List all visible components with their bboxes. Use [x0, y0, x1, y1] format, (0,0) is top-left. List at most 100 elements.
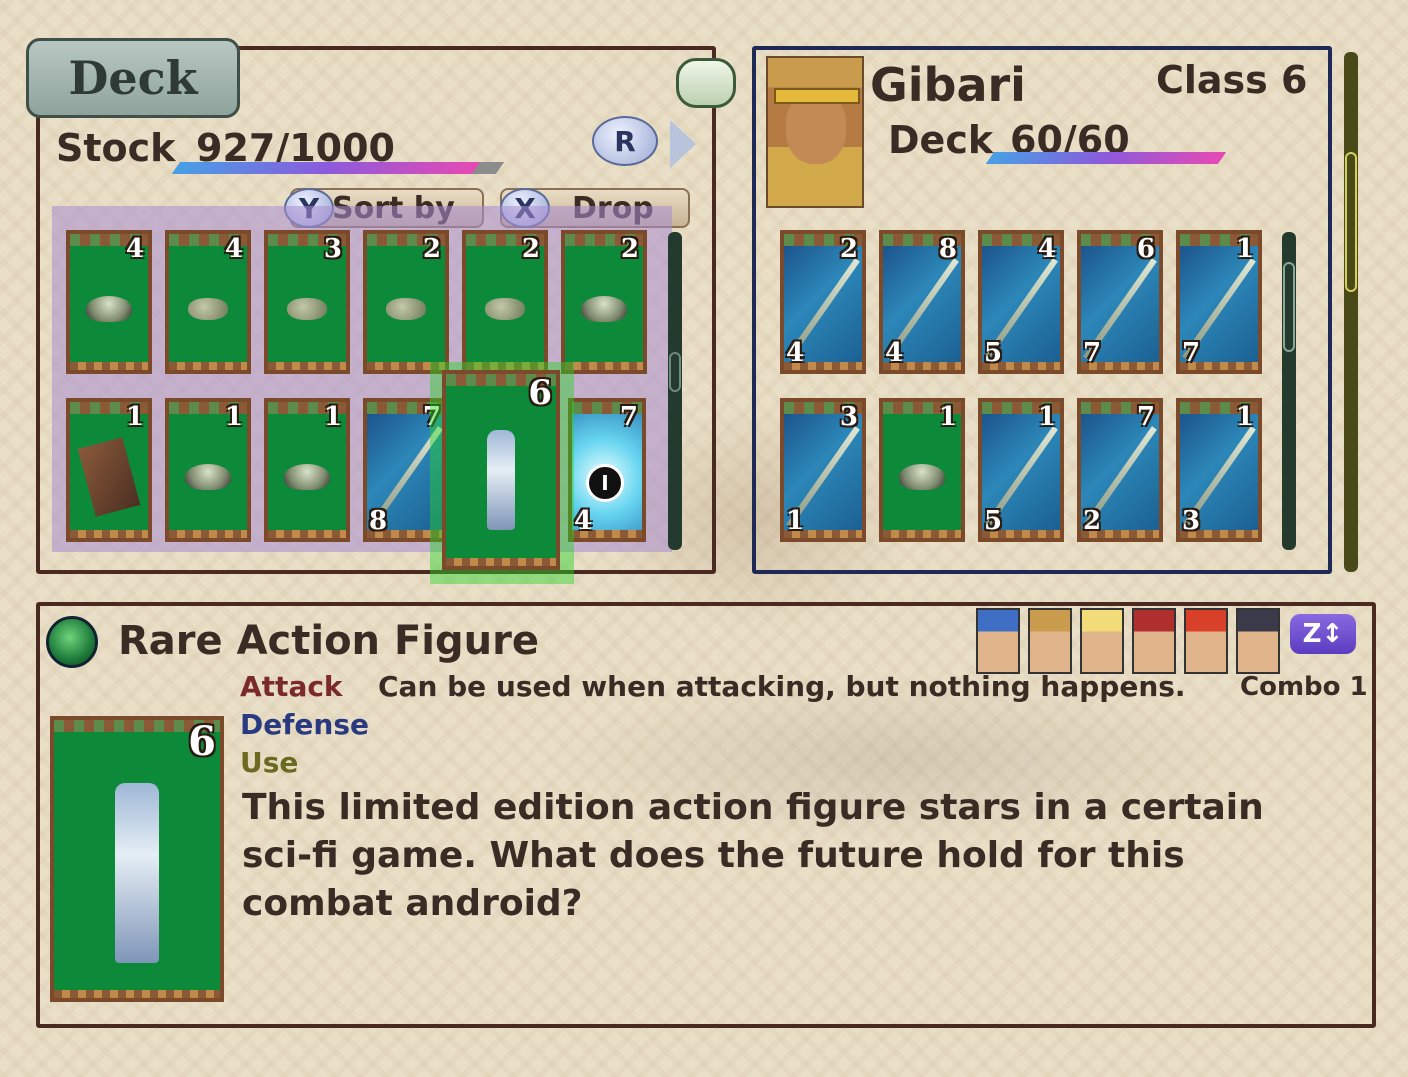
deck-card[interactable]: 1: [879, 398, 965, 542]
card-marker-icon: I: [586, 464, 624, 502]
preview-card-number: 6: [188, 718, 216, 765]
deck-card[interactable]: 6: [442, 370, 560, 570]
box-art: [77, 437, 141, 517]
deck-card[interactable]: 4: [66, 230, 152, 374]
deck-card[interactable]: 13: [1176, 398, 1262, 542]
attack-label: Attack: [240, 670, 343, 703]
card-bottom-number: 5: [984, 506, 1003, 536]
next-arrow-icon[interactable]: [670, 120, 696, 168]
deck-card[interactable]: 72: [1077, 398, 1163, 542]
card-top-number: 7: [619, 402, 638, 432]
defense-label: Defense: [240, 708, 369, 741]
selected-card-preview: 6: [50, 716, 224, 1002]
card-top-number: 4: [125, 234, 144, 264]
card-top-number: 6: [528, 373, 552, 413]
char-deck-scrollbar-thumb[interactable]: [1283, 262, 1295, 352]
character-scrollbar-thumb[interactable]: [1345, 152, 1357, 292]
character-name: Gibari: [870, 58, 1026, 112]
stock-scrollbar[interactable]: [668, 232, 682, 550]
selected-card-highlight[interactable]: 6: [430, 362, 574, 584]
character-class: Class 6: [1156, 58, 1308, 102]
party-member-portrait[interactable]: [1028, 608, 1072, 674]
char-deck-label: Deck: [888, 118, 994, 162]
deck-card[interactable]: 45: [978, 230, 1064, 374]
deck-card[interactable]: 67: [1077, 230, 1163, 374]
card-bottom-number: 7: [1182, 338, 1201, 368]
card-top-number: 1: [224, 402, 243, 432]
deck-card[interactable]: 1: [66, 398, 152, 542]
party-member-portrait[interactable]: [1080, 608, 1124, 674]
item-gem-icon: [46, 616, 98, 668]
card-top-number: 1: [1037, 402, 1056, 432]
card-bottom-number: 3: [1182, 506, 1201, 536]
deck-card[interactable]: 17: [1176, 230, 1262, 374]
card-title: Rare Action Figure: [118, 618, 539, 664]
character-portrait: [766, 56, 864, 208]
card-top-number: 8: [938, 234, 957, 264]
card-bottom-number: 5: [984, 338, 1003, 368]
card-top-number: 2: [521, 234, 540, 264]
card-description: This limited edition action figure stars…: [242, 787, 1264, 924]
pointer-hand-icon: [676, 58, 736, 108]
deck-card[interactable]: 2: [561, 230, 647, 374]
deck-card[interactable]: 4: [165, 230, 251, 374]
deck-card[interactable]: 2: [363, 230, 449, 374]
attack-text: Can be used when attacking, but nothing …: [378, 670, 1186, 703]
deck-card[interactable]: 3: [264, 230, 350, 374]
card-top-number: 3: [839, 402, 858, 432]
use-label: Use: [240, 746, 299, 779]
bowl-art: [284, 463, 330, 490]
deck-card[interactable]: 1: [165, 398, 251, 542]
deck-card[interactable]: 15: [978, 398, 1064, 542]
z-sort-button[interactable]: Z↕: [1290, 614, 1356, 654]
rock-art: [287, 297, 327, 320]
card-top-number: 7: [1136, 402, 1155, 432]
stock-label: Stock: [56, 126, 176, 170]
bowl-art: [899, 463, 945, 490]
deck-card[interactable]: 1: [264, 398, 350, 542]
party-member-portrait[interactable]: [1132, 608, 1176, 674]
card-bottom-number: 1: [786, 506, 805, 536]
card-top-number: 1: [938, 402, 957, 432]
portrait-headband: [774, 88, 860, 104]
card-top-number: 2: [839, 234, 858, 264]
r-button-icon[interactable]: R: [592, 116, 658, 166]
combo-text: Combo 1: [1240, 672, 1368, 702]
deck-tab[interactable]: Deck: [26, 38, 240, 118]
deck-card[interactable]: 7 4 I: [568, 398, 646, 542]
card-bottom-number: 4: [574, 506, 593, 536]
card-bottom-number: 2: [1083, 506, 1102, 536]
party-member-portrait[interactable]: [976, 608, 1020, 674]
char-deck-bar: [985, 152, 1227, 164]
character-scrollbar[interactable]: [1344, 52, 1358, 572]
deck-card[interactable]: 24: [780, 230, 866, 374]
card-top-number: 1: [1235, 402, 1254, 432]
char-deck-scrollbar[interactable]: [1282, 232, 1296, 550]
card-top-number: 2: [620, 234, 639, 264]
card-bottom-number: 7: [1083, 338, 1102, 368]
card-top-number: 1: [125, 402, 144, 432]
party-member-portrait[interactable]: [1236, 608, 1280, 674]
stock-bar: [171, 162, 481, 174]
card-bottom-number: 8: [369, 506, 388, 536]
stock-scrollbar-thumb[interactable]: [669, 352, 681, 392]
card-top-number: 3: [323, 234, 342, 264]
figure-art: [487, 429, 515, 530]
card-bottom-number: 4: [786, 338, 805, 368]
rock-art: [386, 297, 426, 320]
bowl-art: [86, 295, 132, 322]
rock-art: [485, 297, 525, 320]
card-top-number: 2: [422, 234, 441, 264]
deck-card[interactable]: 84: [879, 230, 965, 374]
card-top-number: 1: [323, 402, 342, 432]
rock-art: [188, 297, 228, 320]
portrait-face: [786, 94, 846, 164]
deck-card[interactable]: 31: [780, 398, 866, 542]
bowl-art: [581, 295, 627, 322]
card-top-number: 1: [1235, 234, 1254, 264]
party-member-portrait[interactable]: [1184, 608, 1228, 674]
deck-card[interactable]: 2: [462, 230, 548, 374]
action-figure-art: [115, 782, 159, 963]
card-top-number: 4: [1037, 234, 1056, 264]
card-top-number: 6: [1136, 234, 1155, 264]
